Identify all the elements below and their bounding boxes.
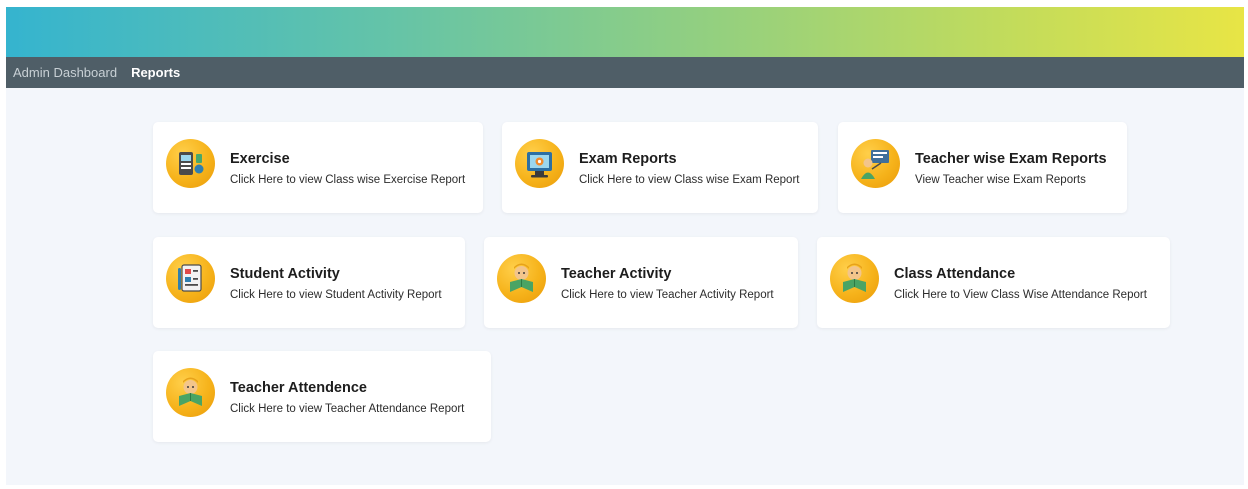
nav-admin-dashboard[interactable]: Admin Dashboard (13, 65, 117, 80)
exercise-icon (166, 139, 215, 188)
exam-report-icon (515, 139, 564, 188)
nav-reports[interactable]: Reports (131, 65, 180, 80)
card-description: Click Here to view Teacher Attendance Re… (230, 403, 465, 415)
report-card-teacher-activity[interactable]: Teacher Activity Click Here to view Teac… (484, 237, 798, 328)
teacher-attendance-icon (166, 368, 215, 417)
report-card-exam-reports[interactable]: Exam Reports Click Here to view Class wi… (502, 122, 818, 213)
report-card-exercise[interactable]: Exercise Click Here to view Class wise E… (153, 122, 483, 213)
report-card-teacher-attendence[interactable]: Teacher Attendence Click Here to view Te… (153, 351, 491, 442)
card-description: View Teacher wise Exam Reports (915, 174, 1086, 186)
card-title: Student Activity (230, 266, 340, 282)
app-frame: Admin Dashboard Reports Exercise Click H… (6, 7, 1244, 485)
card-description: Click Here to view Class wise Exercise R… (230, 174, 466, 186)
card-title: Teacher Attendence (230, 380, 367, 396)
card-title: Exercise (230, 151, 290, 167)
report-card-student-activity[interactable]: Student Activity Click Here to view Stud… (153, 237, 465, 328)
card-title: Teacher Activity (561, 266, 672, 282)
card-title: Class Attendance (894, 266, 1016, 282)
class-attendance-icon (830, 254, 879, 303)
top-navbar: Admin Dashboard Reports (6, 57, 1244, 88)
card-title: Teacher wise Exam Reports (915, 151, 1107, 167)
card-description: Click Here to view Student Activity Repo… (230, 289, 442, 301)
card-description: Click Here to view Class wise Exam Repor… (579, 174, 800, 186)
teacher-activity-icon (497, 254, 546, 303)
card-description: Click Here to View Class Wise Attendance… (894, 289, 1147, 301)
report-card-teacher-wise-exam-reports[interactable]: Teacher wise Exam Reports View Teacher w… (838, 122, 1127, 213)
student-activity-icon (166, 254, 215, 303)
teacher-exam-icon (851, 139, 900, 188)
card-description: Click Here to view Teacher Activity Repo… (561, 289, 774, 301)
card-title: Exam Reports (579, 151, 677, 167)
report-card-class-attendance[interactable]: Class Attendance Click Here to View Clas… (817, 237, 1170, 328)
header-banner (6, 7, 1244, 57)
